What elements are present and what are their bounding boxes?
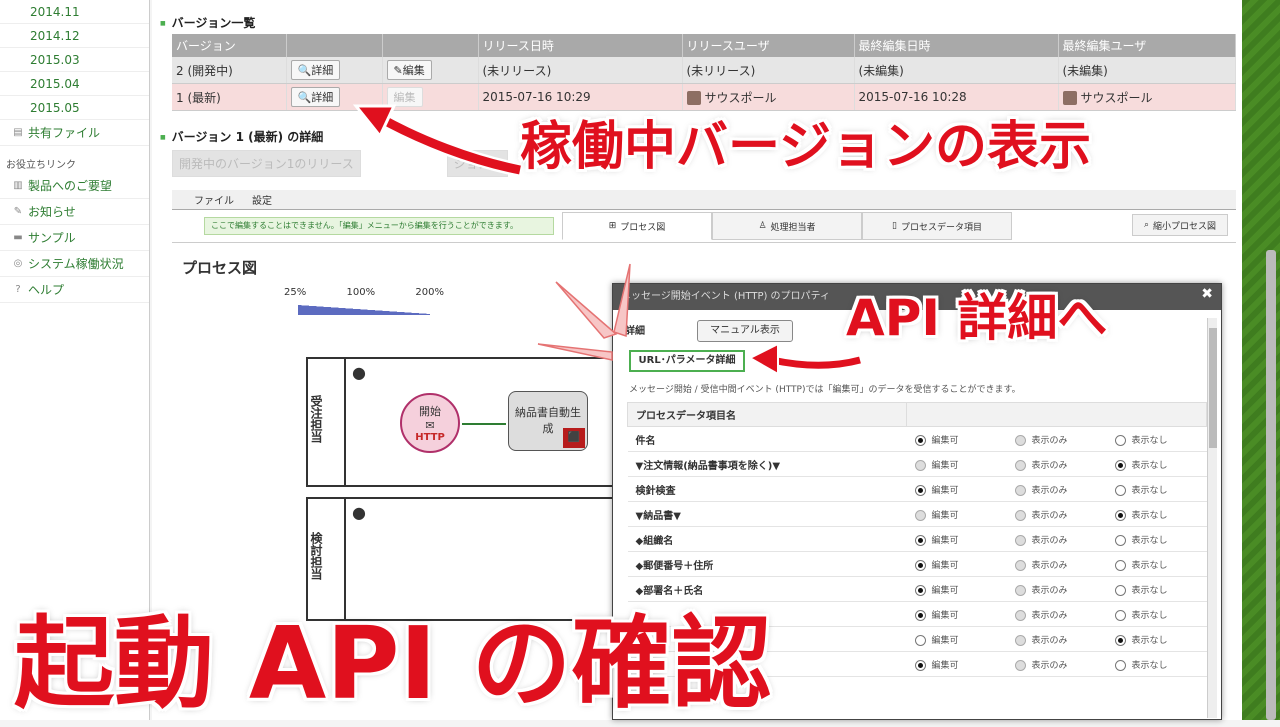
overlay-check-api: 起動 API の確認 [14,605,772,722]
annotation-arrowhead [352,104,397,139]
annotation-arrowhead [747,342,779,376]
callout-wedge [537,343,613,361]
overlay-running-version: 稼働中バージョンの表示 [520,117,1091,177]
overlay-to-api: API 詳細へ [846,289,1108,347]
callout-wedge [613,263,631,338]
callout-wedge [555,281,618,339]
